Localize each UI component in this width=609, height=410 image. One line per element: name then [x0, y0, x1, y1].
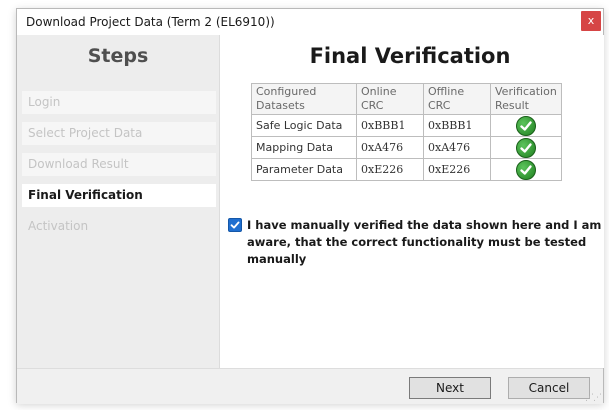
close-icon: x — [587, 14, 595, 27]
page-title: Final Verification — [309, 44, 511, 68]
window-title: Download Project Data (Term 2 (EL6910)) — [26, 15, 275, 29]
header-offline-crc: Offline CRC — [423, 83, 491, 115]
table-row: Safe Logic Data 0xBBB1 0xBBB1 — [251, 114, 562, 137]
table-row: Parameter Data 0xE226 0xE226 — [251, 158, 562, 181]
confirm-checkbox[interactable] — [228, 218, 242, 232]
header-verification-result: Verification Result — [490, 83, 562, 115]
cell-offline-crc: 0xE226 — [423, 158, 491, 181]
cancel-button[interactable]: Cancel — [508, 377, 590, 399]
cell-result — [490, 158, 562, 181]
title-bar[interactable]: Download Project Data (Term 2 (EL6910)) … — [17, 9, 603, 35]
check-circle-icon — [515, 137, 536, 158]
cell-dataset: Parameter Data — [251, 158, 357, 181]
cell-offline-crc: 0xBBB1 — [423, 114, 491, 137]
cell-result — [490, 114, 562, 137]
verification-table: Configured Datasets Online CRC Offline CRC … — [251, 83, 562, 181]
next-button[interactable]: Next — [409, 377, 491, 399]
sidebar-title: Steps — [87, 45, 149, 67]
checkmark-icon — [230, 221, 240, 229]
step-login: Login — [22, 91, 216, 114]
cell-dataset: Safe Logic Data — [251, 114, 357, 137]
cell-offline-crc: 0xA476 — [423, 136, 491, 159]
confirm-label[interactable]: I have manually verified the data shown … — [247, 217, 602, 268]
cell-online-crc: 0xA476 — [356, 136, 424, 159]
step-activation: Activation — [28, 219, 89, 233]
dialog-window: Download Project Data (Term 2 (EL6910)) … — [16, 8, 604, 404]
main-panel: Final Verification Configured Datasets On… — [220, 35, 604, 368]
resize-grip-icon[interactable]: ⋰⋰ — [585, 394, 602, 403]
step-final-verification: Final Verification — [22, 184, 216, 207]
header-configured-datasets: Configured Datasets — [251, 83, 357, 115]
close-button[interactable]: x — [581, 11, 601, 31]
header-online-crc: Online CRC — [356, 83, 424, 115]
cell-result — [490, 136, 562, 159]
table-header-row: Configured Datasets Online CRC Offline CRC … — [251, 83, 562, 115]
cell-dataset: Mapping Data — [251, 136, 357, 159]
table-row: Mapping Data 0xA476 0xA476 — [251, 136, 562, 159]
dialog-footer: Next Cancel ⋰⋰ — [17, 368, 603, 404]
check-circle-icon — [515, 115, 536, 136]
steps-sidebar: Steps Login Select Project Data Download… — [17, 35, 220, 368]
step-download-result: Download Result — [22, 153, 216, 176]
step-select-project-data: Select Project Data — [22, 122, 216, 145]
check-circle-icon — [515, 159, 536, 180]
cell-online-crc: 0xE226 — [356, 158, 424, 181]
cell-online-crc: 0xBBB1 — [356, 114, 424, 137]
